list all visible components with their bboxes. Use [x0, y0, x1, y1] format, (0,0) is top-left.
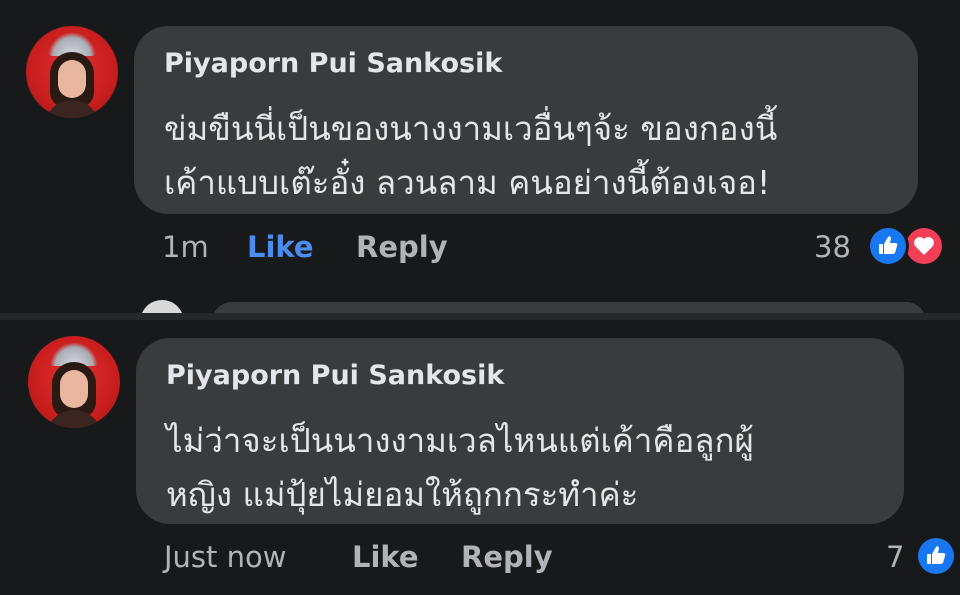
comment-bubble: Piyaporn Pui Sankosik ข่มขืนนี่เป็นของนา…: [134, 26, 918, 214]
like-icon[interactable]: [918, 538, 954, 574]
love-icon[interactable]: [906, 228, 942, 264]
reply-button[interactable]: Reply: [356, 230, 448, 264]
divider: [0, 313, 960, 320]
reply-avatar[interactable]: [140, 300, 184, 313]
comment-author[interactable]: Piyaporn Pui Sankosik: [164, 48, 502, 79]
avatar[interactable]: [28, 336, 120, 428]
avatar[interactable]: [26, 26, 118, 118]
comment-panel-1: Piyaporn Pui Sankosik ข่มขืนนี่เป็นของนา…: [0, 0, 960, 313]
comment-author[interactable]: Piyaporn Pui Sankosik: [166, 360, 504, 391]
reaction-count[interactable]: 7: [886, 540, 904, 574]
comment-text-line: ไม่ว่าจะเป็นนางงามเวลไหนแต่เค้าคือลูกผู้: [166, 421, 754, 460]
reply-button[interactable]: Reply: [461, 540, 553, 574]
comment-timestamp[interactable]: 1m: [162, 230, 209, 264]
comment-text-line: ข่มขืนนี่เป็นของนางงามเวอื่นๆจ้ะ ของกองน…: [164, 109, 778, 148]
like-button[interactable]: Like: [352, 540, 419, 574]
reaction-count[interactable]: 38: [814, 230, 851, 264]
comment-bubble: Piyaporn Pui Sankosik ไม่ว่าจะเป็นนางงาม…: [136, 338, 904, 524]
comment-timestamp[interactable]: Just now: [164, 540, 286, 574]
comment-panel-2: Piyaporn Pui Sankosik ไม่ว่าจะเป็นนางงาม…: [0, 320, 960, 595]
like-icon[interactable]: [870, 228, 906, 264]
like-button[interactable]: Like: [247, 230, 314, 264]
comment-text-line: หญิง แม่ปุ้ยไม่ยอมให้ถูกกระทำค่ะ: [166, 475, 639, 514]
reply-bubble: [212, 302, 926, 313]
comment-text-line: เค้าแบบเต๊ะอั๋ง ลวนลาม คนอย่างนี้ต้องเจอ…: [164, 163, 771, 202]
